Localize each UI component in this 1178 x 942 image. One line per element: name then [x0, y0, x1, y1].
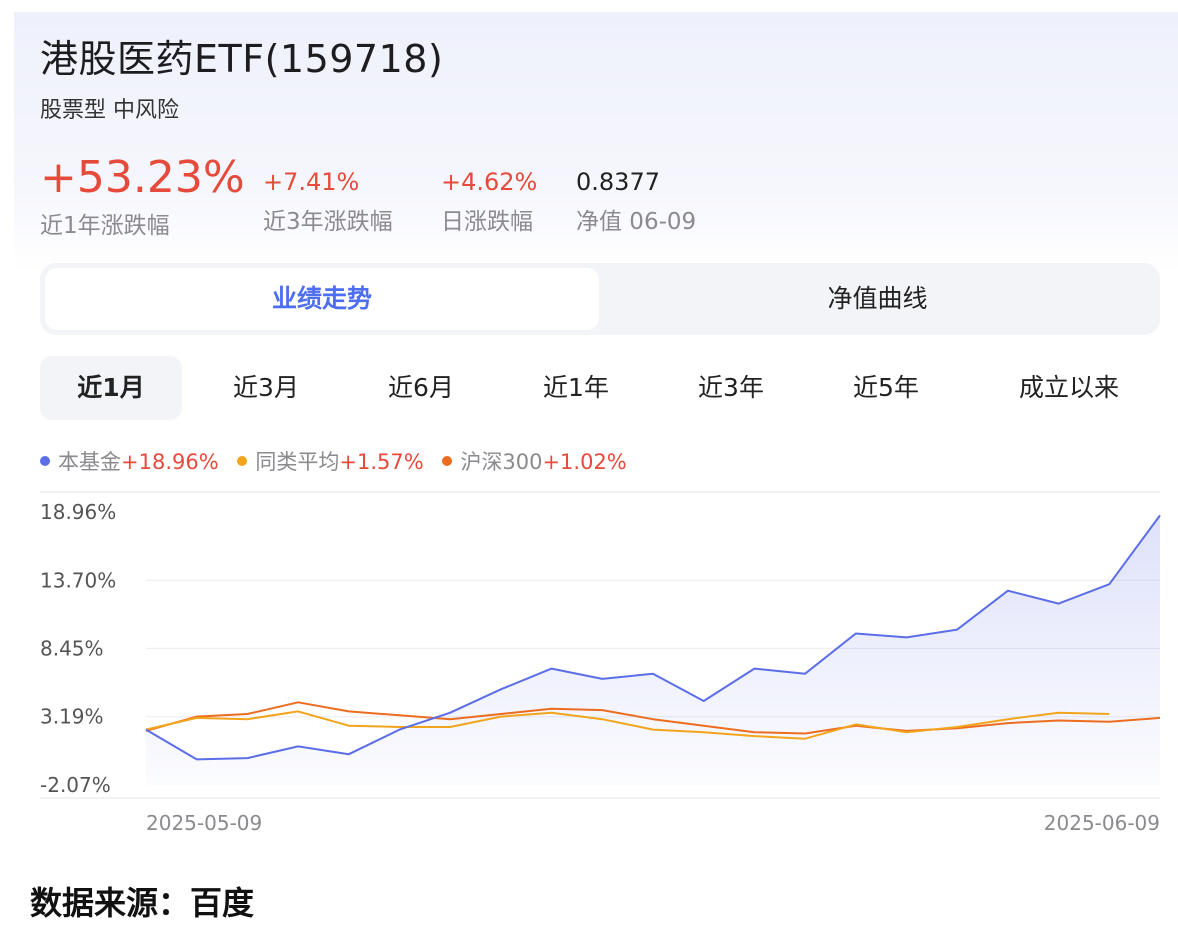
- legend-dot-csi300: [442, 456, 453, 466]
- x-tick-label: 2025-05-09: [146, 811, 262, 835]
- legend-item-fund: 本基金+18.96%: [40, 446, 219, 476]
- stat-three-year-value: +7.41%: [263, 168, 360, 196]
- period-1y[interactable]: 近1年: [505, 356, 647, 420]
- stat-daily: +4.62% 日涨跌幅: [441, 168, 537, 236]
- period-5y[interactable]: 近5年: [815, 356, 957, 420]
- stat-three-year-label: 近3年涨跌幅: [263, 209, 393, 235]
- period-since-inception[interactable]: 成立以来: [998, 356, 1140, 420]
- legend-value-csi300: +1.02%: [542, 450, 627, 474]
- tab-nav-curve[interactable]: 净值曲线: [600, 268, 1155, 330]
- x-tick-label: 2025-06-09: [1044, 811, 1160, 835]
- stat-nav: 0.8377 净值 06-09: [576, 168, 696, 236]
- period-1m[interactable]: 近1月: [40, 356, 182, 420]
- period-selector: 近1月 近3月 近6月 近1年 近3年 近5年 成立以来: [40, 356, 1160, 422]
- stat-one-year: +53.23% 近1年涨跌幅: [40, 156, 245, 240]
- stat-one-year-value: +53.23%: [40, 152, 245, 203]
- stat-nav-label: 净值 06-09: [576, 209, 697, 235]
- legend-name-csi300: 沪深300: [460, 450, 543, 474]
- chart-legend: 本基金+18.96% 同类平均+1.57% 沪深300+1.02%: [40, 446, 639, 476]
- legend-name-category-avg: 同类平均: [255, 450, 340, 474]
- stat-nav-value: 0.8377: [576, 168, 660, 196]
- stat-daily-value: +4.62%: [441, 168, 538, 196]
- stat-one-year-label: 近1年涨跌幅: [40, 213, 170, 239]
- stat-daily-label: 日涨跌幅: [441, 209, 533, 235]
- chart-type-tabs: 业绩走势 净值曲线: [40, 263, 1160, 335]
- legend-value-category-avg: +1.57%: [339, 450, 424, 474]
- data-source-note: 数据来源：百度: [30, 884, 255, 922]
- legend-name-fund: 本基金: [58, 450, 121, 474]
- y-tick-label: 13.70%: [40, 568, 116, 592]
- legend-item-category-avg: 同类平均+1.57%: [237, 446, 424, 476]
- fund-subtitle: 股票型 中风险: [40, 98, 179, 123]
- legend-dot-category-avg: [237, 456, 248, 466]
- period-3m[interactable]: 近3月: [195, 356, 337, 420]
- performance-chart: 18.96% 13.70% 8.45% 3.19% -2.07% 2025-05-09 20…: [40, 491, 1161, 835]
- fund-title: 港股医药ETF(159718): [40, 37, 444, 81]
- y-tick-label: -2.07%: [40, 773, 111, 797]
- y-tick-label: 18.96%: [40, 500, 116, 524]
- tab-performance[interactable]: 业绩走势: [45, 268, 599, 330]
- y-tick-label: 3.19%: [40, 705, 104, 729]
- y-tick-label: 8.45%: [40, 636, 104, 660]
- period-3y[interactable]: 近3年: [660, 356, 802, 420]
- legend-item-csi300: 沪深300+1.02%: [442, 446, 627, 476]
- stat-three-year: +7.41% 近3年涨跌幅: [263, 168, 393, 236]
- series-area-fund: [146, 515, 1160, 785]
- legend-dot-fund: [40, 456, 50, 466]
- legend-value-fund: +18.96%: [121, 450, 219, 474]
- period-6m[interactable]: 近6月: [350, 356, 492, 420]
